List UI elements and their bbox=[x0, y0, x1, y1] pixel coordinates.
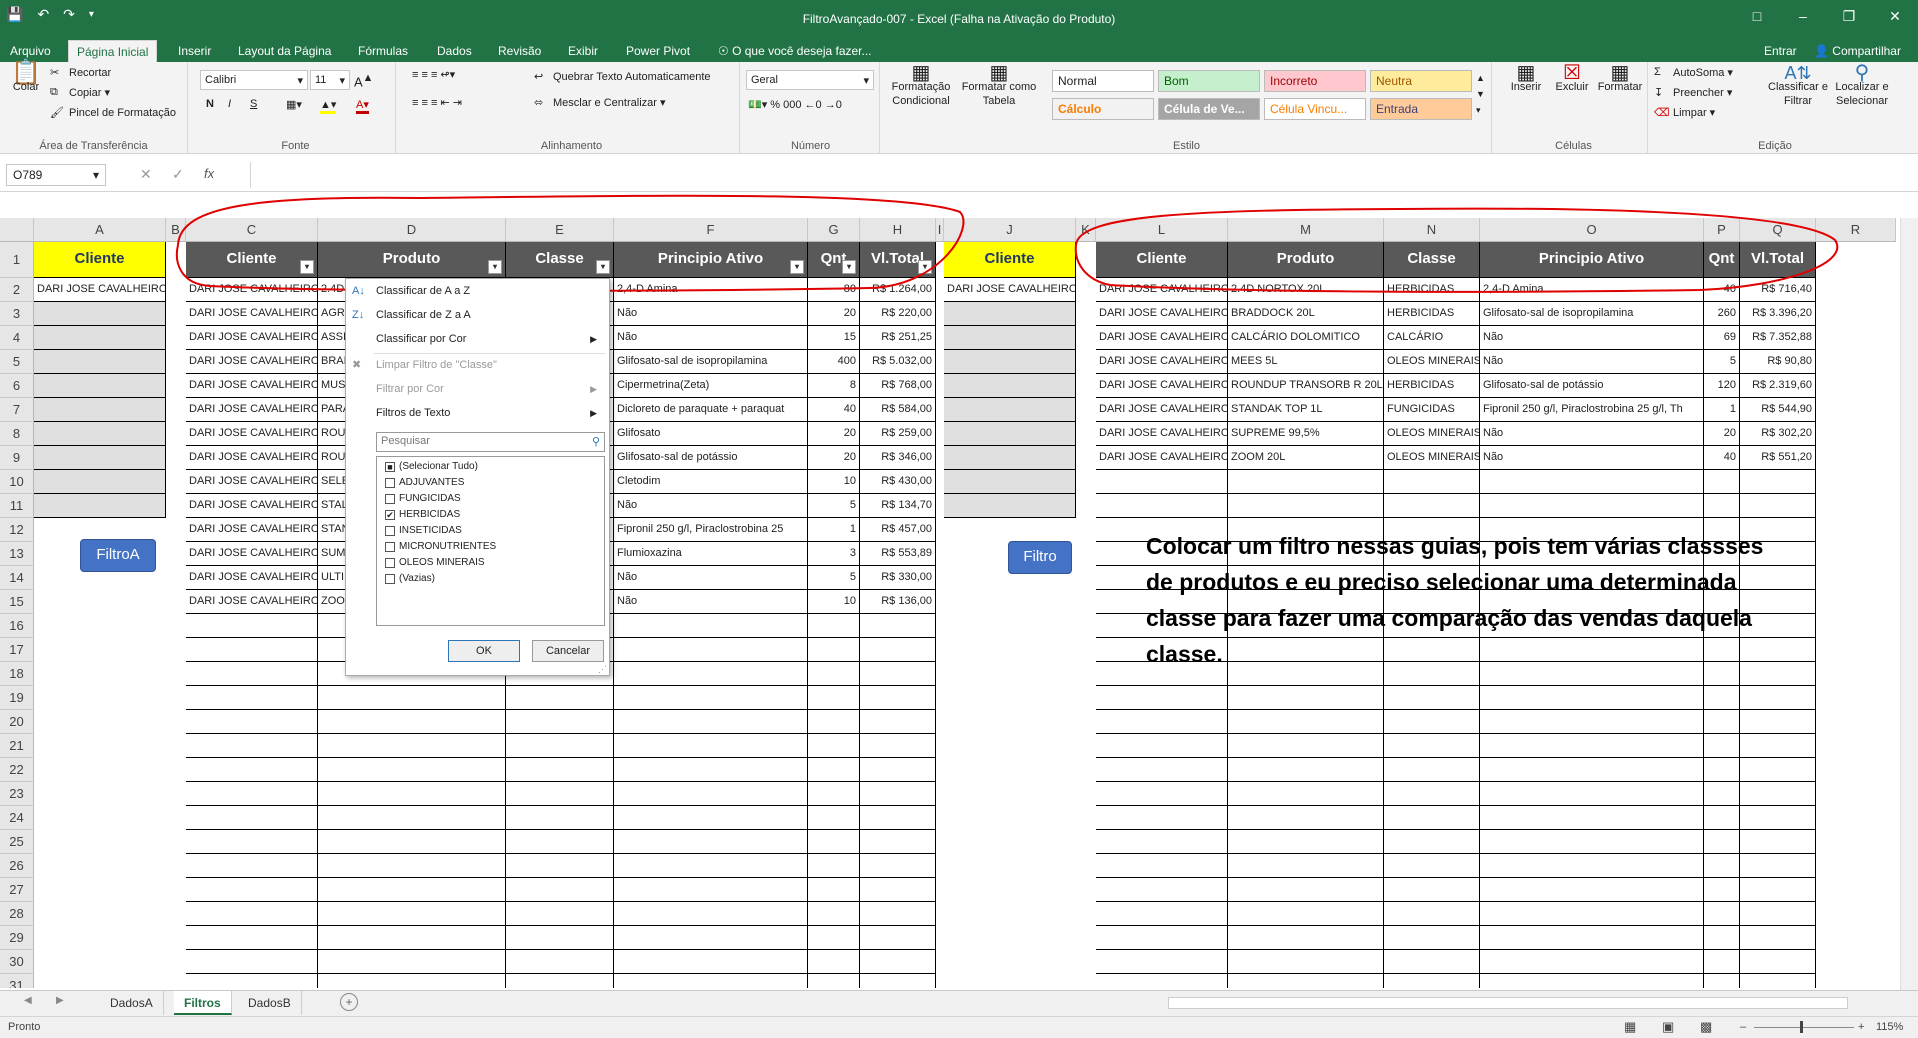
checkbox-icon[interactable] bbox=[385, 478, 395, 488]
page-layout-icon[interactable]: ▣ bbox=[1662, 1019, 1674, 1035]
filter-option[interactable]: ✔ HERBICIDAS bbox=[385, 507, 461, 523]
filter-option[interactable]: MICRONUTRIENTES bbox=[385, 539, 497, 555]
search-icon: ⚲ bbox=[591, 436, 600, 448]
resize-grip-icon[interactable]: ⋰ bbox=[598, 664, 607, 675]
status-ready: Pronto bbox=[8, 1021, 41, 1033]
text-filters-item[interactable]: Filtros de Texto ▶ bbox=[376, 403, 605, 423]
filter-option[interactable]: ■ (Selecionar Tudo) bbox=[385, 459, 478, 475]
filter-option[interactable]: FUNGICIDAS bbox=[385, 491, 461, 507]
sheet-tab-dadosa[interactable]: DadosA bbox=[100, 991, 164, 1015]
filter-option-label: (Selecionar Tudo) bbox=[399, 461, 478, 472]
checkbox-icon[interactable] bbox=[385, 526, 395, 536]
next-sheet-icon[interactable]: ▶ bbox=[56, 995, 64, 1006]
ok-button[interactable]: OK bbox=[448, 640, 520, 662]
zoom-out-icon[interactable]: – bbox=[1740, 1021, 1746, 1033]
zoom-level[interactable]: 115% bbox=[1876, 1021, 1903, 1033]
chevron-right-icon: ▶ bbox=[590, 334, 597, 344]
checkbox-icon[interactable] bbox=[385, 574, 395, 584]
sheet-tab-filtros[interactable]: Filtros bbox=[174, 991, 232, 1015]
filter-value-list: ■ (Selecionar Tudo) ADJUVANTES FUNGICIDAS ✔ H… bbox=[376, 456, 605, 626]
autofilter-dropdown: A↓ Classificar de A a Z Z↓ Classificar de … bbox=[345, 278, 610, 676]
sort-by-color-item[interactable]: Classificar por Cor ▶ bbox=[376, 329, 605, 349]
checkbox-icon[interactable]: ✔ bbox=[385, 510, 395, 520]
checkbox-icon[interactable]: ■ bbox=[385, 462, 395, 472]
filter-option[interactable]: OLEOS MINERAIS bbox=[385, 555, 485, 571]
text-filters-label: Filtros de Texto bbox=[376, 407, 451, 419]
filter-option-label: ADJUVANTES bbox=[399, 477, 465, 488]
filter-by-color-item[interactable]: Filtrar por Cor ▶ bbox=[376, 379, 605, 399]
checkbox-icon[interactable] bbox=[385, 558, 395, 568]
sort-z-a-item[interactable]: Z↓ Classificar de Z a A bbox=[352, 305, 471, 325]
sort-az-icon: A↓ bbox=[352, 285, 365, 297]
prev-sheet-icon[interactable]: ◀ bbox=[24, 995, 32, 1006]
clear-filter-item[interactable]: ✖ Limpar Filtro de "Classe" bbox=[352, 355, 497, 375]
sort-by-color-label: Classificar por Cor bbox=[376, 333, 467, 345]
filter-option-label: MICRONUTRIENTES bbox=[399, 541, 497, 552]
chevron-right-icon: ▶ bbox=[590, 408, 597, 418]
zoom-in-icon[interactable]: + bbox=[1858, 1021, 1864, 1033]
horizontal-scrollbar[interactable] bbox=[1168, 997, 1848, 1009]
filter-option-label: (Vazias) bbox=[399, 573, 435, 584]
filter-option[interactable]: (Vazias) bbox=[385, 571, 435, 587]
search-placeholder: Pesquisar bbox=[381, 435, 430, 447]
zoom-slider[interactable] bbox=[1754, 1027, 1854, 1028]
filter-option-label: FUNGICIDAS bbox=[399, 493, 461, 504]
sheet-tab-bar: ◀ ▶ DadosA Filtros DadosB + bbox=[0, 990, 1918, 1016]
red-ellipse-right bbox=[1074, 207, 1839, 293]
clear-filter-label: Limpar Filtro de "Classe" bbox=[376, 359, 497, 371]
filter-search-input[interactable]: Pesquisar ⚲ bbox=[376, 432, 605, 452]
menu-separator bbox=[374, 353, 605, 354]
page-break-icon[interactable]: ▩ bbox=[1700, 1019, 1712, 1035]
annotation-ellipses bbox=[175, 194, 1839, 293]
chevron-right-icon: ▶ bbox=[590, 384, 597, 394]
cancel-button[interactable]: Cancelar bbox=[532, 640, 604, 662]
clear-filter-icon: ✖ bbox=[352, 359, 362, 371]
normal-view-icon[interactable]: ▦ bbox=[1624, 1019, 1636, 1035]
sort-a-z-item[interactable]: A↓ Classificar de A a Z bbox=[352, 281, 471, 301]
red-ellipse-left bbox=[175, 194, 965, 292]
filter-option[interactable]: ADJUVANTES bbox=[385, 475, 465, 491]
filter-option-label: OLEOS MINERAIS bbox=[399, 557, 485, 568]
sheet-tab-dadosb[interactable]: DadosB bbox=[238, 991, 302, 1015]
status-bar: Pronto ▦ ▣ ▩ – + 115% bbox=[0, 1016, 1918, 1038]
add-sheet-icon[interactable]: + bbox=[340, 993, 358, 1011]
filter-option-label: HERBICIDAS bbox=[399, 509, 461, 520]
zoom-slider-thumb[interactable] bbox=[1800, 1021, 1803, 1033]
sort-za-icon: Z↓ bbox=[352, 309, 365, 321]
filter-option[interactable]: INSETICIDAS bbox=[385, 523, 462, 539]
checkbox-icon[interactable] bbox=[385, 494, 395, 504]
sort-z-a-label: Classificar de Z a A bbox=[376, 309, 471, 321]
sort-a-z-label: Classificar de A a Z bbox=[376, 285, 471, 297]
checkbox-icon[interactable] bbox=[385, 542, 395, 552]
filter-option-label: INSETICIDAS bbox=[399, 525, 462, 536]
filter-by-color-label: Filtrar por Cor bbox=[376, 383, 444, 395]
